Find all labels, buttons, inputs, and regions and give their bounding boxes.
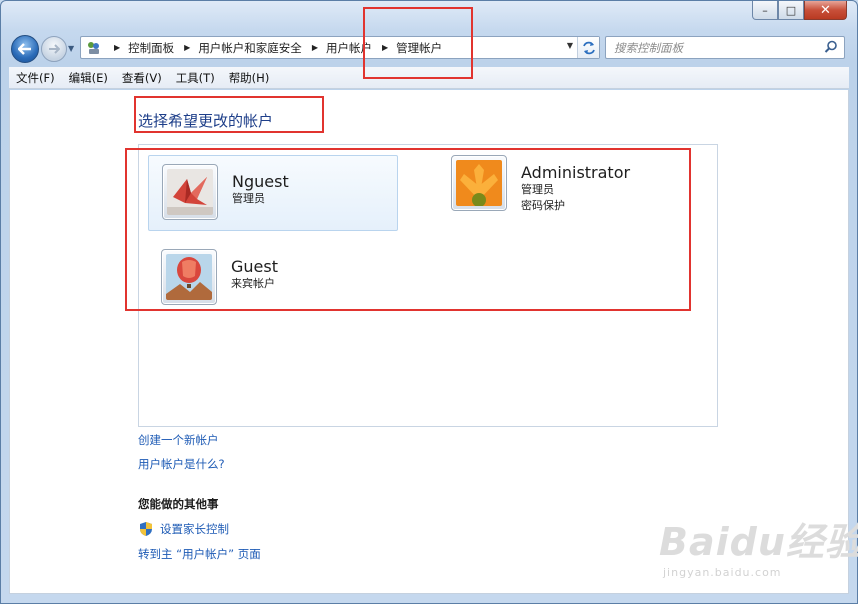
menu-tools[interactable]: 工具(T)	[169, 70, 222, 86]
parental-controls-link[interactable]: 设置家长控制	[138, 521, 229, 537]
annotation-box-breadcrumb	[363, 7, 473, 79]
create-account-link[interactable]: 创建一个新帐户	[138, 432, 219, 448]
refresh-icon	[582, 41, 595, 54]
menu-view[interactable]: 查看(V)	[115, 70, 169, 86]
parental-controls-label: 设置家长控制	[160, 522, 229, 536]
minimize-button[interactable]: –	[752, 1, 778, 20]
goto-user-accounts-link[interactable]: 转到主 “用户帐户” 页面	[138, 546, 261, 562]
breadcrumb-separator[interactable]: ▶	[184, 43, 190, 52]
forward-button[interactable]	[41, 36, 67, 62]
refresh-button[interactable]	[577, 37, 599, 58]
arrow-right-icon	[49, 44, 60, 54]
breadcrumb-separator[interactable]: ▶	[312, 43, 318, 52]
watermark-url: jingyan.baidu.com	[663, 566, 782, 579]
section-title: 您能做的其他事	[138, 497, 219, 511]
menu-edit[interactable]: 编辑(E)	[62, 70, 115, 86]
what-is-account-link[interactable]: 用户帐户是什么?	[138, 456, 225, 472]
annotation-box-heading	[134, 96, 324, 133]
control-panel-icon	[84, 39, 104, 57]
address-dropdown[interactable]: ▼	[567, 41, 573, 50]
breadcrumb-separator[interactable]: ▶	[114, 43, 120, 52]
menu-help[interactable]: 帮助(H)	[222, 70, 277, 86]
caption-buttons: – □ ✕	[752, 1, 847, 20]
annotation-box-accounts	[125, 148, 691, 311]
window: – □ ✕ ▼ ▶ 控制面板 ▶ 用户帐户和家庭安全 ▶ 用户帐户 ▶ 管理帐户…	[0, 0, 858, 604]
recent-pages-dropdown[interactable]: ▼	[68, 44, 74, 53]
close-icon: ✕	[820, 2, 831, 18]
arrow-left-icon	[18, 43, 31, 55]
breadcrumb-control-panel[interactable]: 控制面板	[128, 40, 174, 56]
close-button[interactable]: ✕	[804, 1, 847, 20]
minimize-icon: –	[762, 3, 768, 17]
maximize-button[interactable]: □	[778, 1, 804, 20]
address-bar[interactable]: ▶ 控制面板 ▶ 用户帐户和家庭安全 ▶ 用户帐户 ▶ 管理帐户 ▼	[80, 36, 600, 59]
watermark-brand: Baidu经验	[659, 520, 858, 564]
menu-file[interactable]: 文件(F)	[9, 70, 62, 86]
maximize-icon: □	[785, 3, 797, 17]
breadcrumb-user-accounts-family[interactable]: 用户帐户和家庭安全	[198, 40, 302, 56]
search-icon[interactable]	[824, 40, 838, 54]
search-placeholder: 搜索控制面板	[614, 40, 683, 55]
search-input[interactable]: 搜索控制面板	[605, 36, 845, 59]
back-button[interactable]	[11, 35, 39, 63]
uac-shield-icon	[140, 522, 152, 536]
baidu-watermark: Baidu经验 jingyan.baidu.com	[659, 511, 858, 579]
